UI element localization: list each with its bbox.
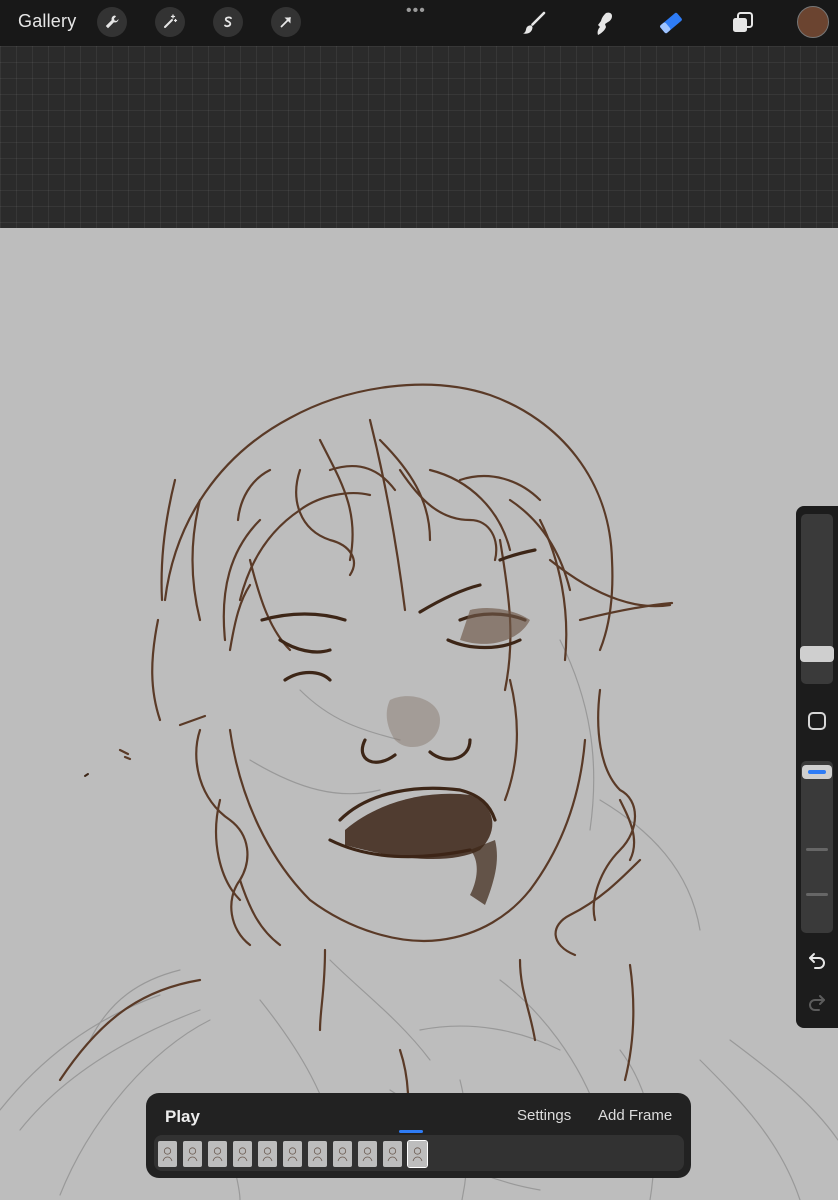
animation-frame[interactable] (158, 1141, 177, 1167)
animation-frame[interactable] (333, 1141, 352, 1167)
modify-button[interactable] (808, 712, 826, 730)
transform-arrow-icon[interactable] (271, 7, 301, 37)
slider-tick (806, 848, 828, 851)
animation-assist-panel: Play Settings Add Frame (146, 1093, 691, 1178)
selected-frame-indicator (399, 1130, 423, 1133)
animation-frame[interactable] (283, 1141, 302, 1167)
opacity-slider[interactable] (801, 761, 833, 933)
sketch-artwork (0, 383, 838, 1200)
settings-button[interactable]: Settings (517, 1107, 571, 1124)
frame-timeline[interactable] (154, 1135, 684, 1171)
opacity-indicator (808, 770, 826, 774)
drawing-canvas[interactable] (0, 228, 838, 1200)
more-options-icon[interactable]: ••• (406, 2, 426, 20)
smudge-icon[interactable] (585, 6, 619, 40)
animation-frame[interactable] (208, 1141, 227, 1167)
color-swatch[interactable] (797, 6, 829, 38)
play-button[interactable]: Play (165, 1107, 200, 1127)
brush-icon[interactable] (517, 6, 551, 40)
sidebar-panel (796, 506, 838, 1028)
animation-frame[interactable] (183, 1141, 202, 1167)
layers-icon[interactable] (726, 6, 760, 40)
animation-frame[interactable] (407, 1140, 428, 1168)
undo-icon[interactable] (804, 948, 830, 972)
redo-icon[interactable] (804, 990, 830, 1014)
opacity-knob[interactable] (802, 765, 832, 779)
add-frame-button[interactable]: Add Frame (598, 1107, 672, 1124)
animation-frame[interactable] (258, 1141, 277, 1167)
animation-frame[interactable] (383, 1141, 402, 1167)
eraser-icon[interactable] (654, 6, 688, 40)
brush-size-knob[interactable] (800, 646, 834, 662)
animation-frame[interactable] (308, 1141, 327, 1167)
top-toolbar: Gallery ••• (0, 0, 838, 46)
magic-wand-icon[interactable] (155, 7, 185, 37)
animation-frame[interactable] (358, 1141, 377, 1167)
animation-frame[interactable] (233, 1141, 252, 1167)
wrench-icon[interactable] (97, 7, 127, 37)
selection-s-icon[interactable] (213, 7, 243, 37)
empty-workspace (0, 46, 838, 228)
slider-tick (806, 893, 828, 896)
gallery-button[interactable]: Gallery (18, 11, 76, 32)
